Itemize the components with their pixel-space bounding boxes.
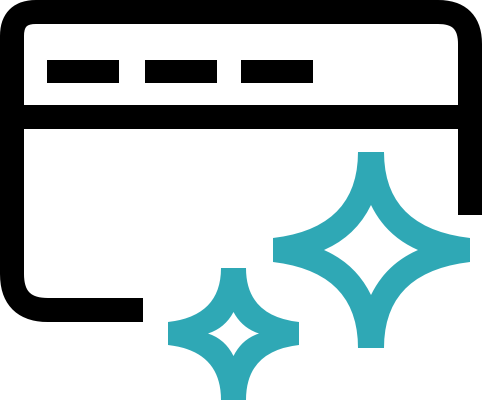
large-sparkle-icon xyxy=(273,152,470,348)
header-dash-3 xyxy=(241,60,313,83)
browser-window-sparkles-icon xyxy=(0,0,482,400)
header-dash-2 xyxy=(145,60,217,83)
small-sparkle-icon xyxy=(168,268,299,400)
header-dash-1 xyxy=(47,60,119,83)
icon-canvas xyxy=(0,0,483,400)
